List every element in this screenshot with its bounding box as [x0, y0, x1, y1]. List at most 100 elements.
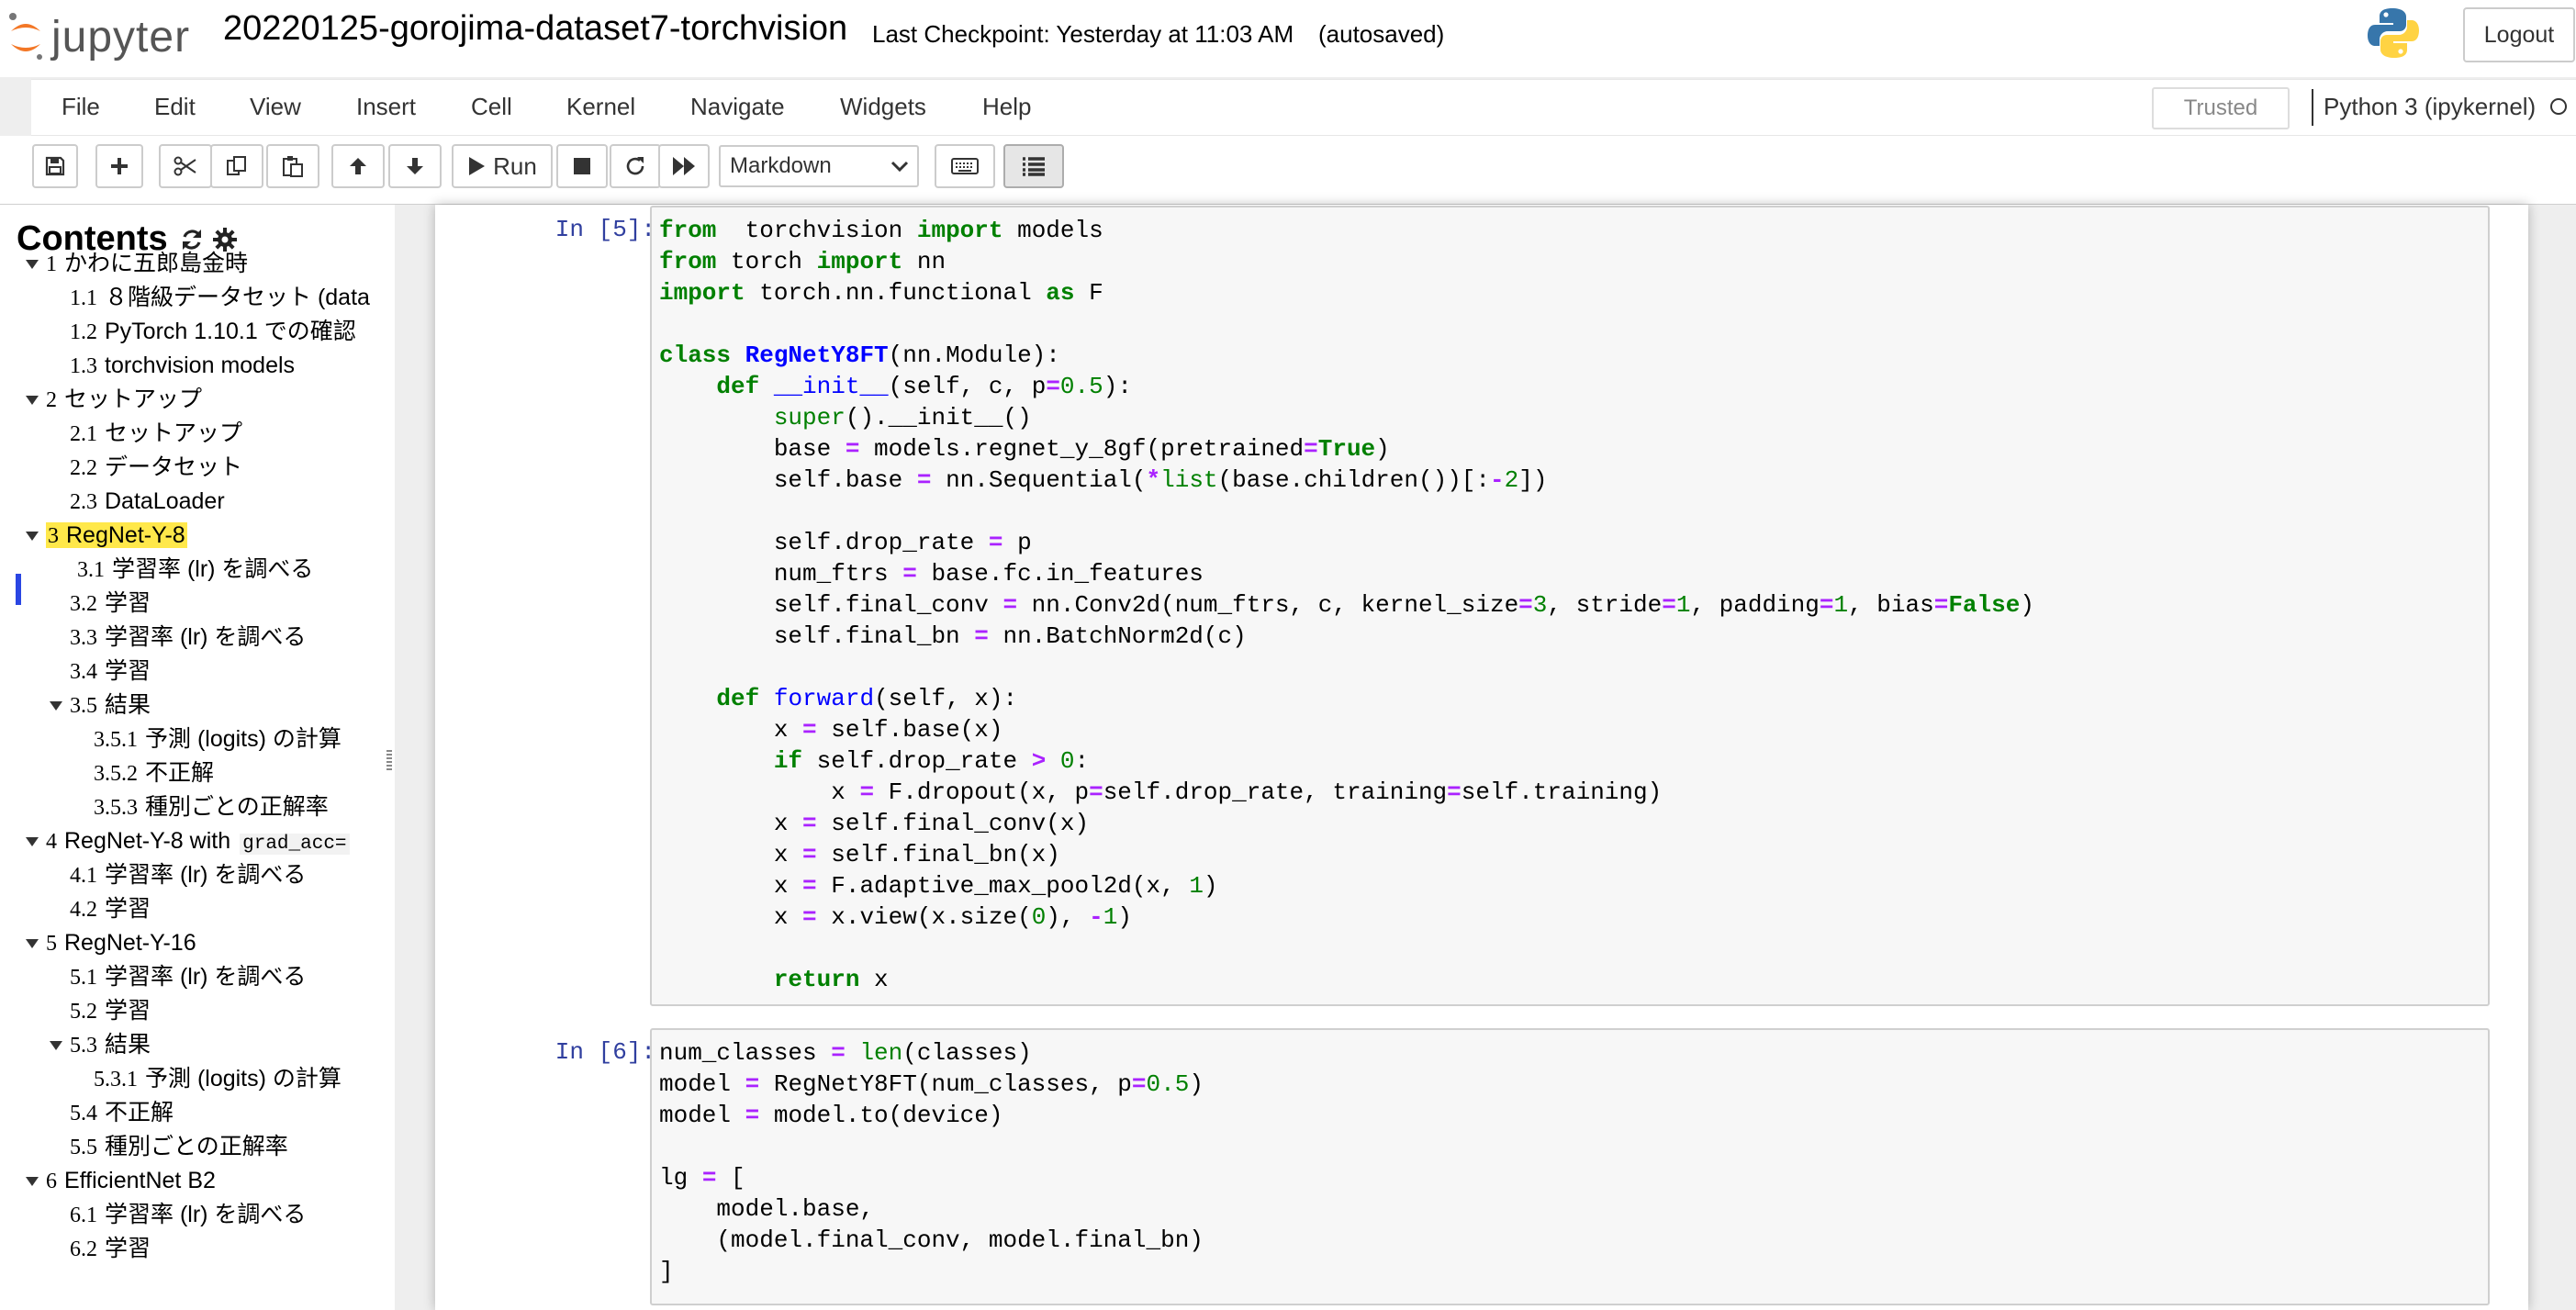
toc-item-label: RegNet-Y-8: [66, 522, 185, 548]
notebook-title[interactable]: 20220125-gorojima-dataset7-torchvision: [223, 9, 847, 49]
paste-button[interactable]: [266, 144, 319, 188]
code-editor[interactable]: num_classes = len(classes) model = RegNet…: [652, 1030, 2488, 1294]
toc-item[interactable]: 6 EfficientNet B2: [46, 1165, 216, 1196]
toc-item-number: 3.5.3: [94, 796, 138, 820]
code-input[interactable]: num_classes = len(classes) model = RegNet…: [650, 1028, 2490, 1305]
toc-item[interactable]: 5 RegNet-Y-16: [46, 927, 196, 958]
run-button[interactable]: Run: [452, 144, 553, 188]
toc-item[interactable]: 3.3 学習率 (lr) を調べる: [70, 621, 306, 653]
toc-item[interactable]: 3.4 学習: [70, 655, 151, 687]
collapse-caret-icon[interactable]: [50, 701, 62, 711]
toc-item-label: 学習: [105, 658, 151, 684]
toc-item[interactable]: 3 RegNet-Y-8: [46, 520, 187, 551]
toc-item[interactable]: 3.5 結果: [70, 689, 151, 721]
logout-button[interactable]: Logout: [2463, 7, 2575, 62]
menu-cell[interactable]: Cell: [471, 93, 512, 121]
toc-item-label: セットアップ: [105, 420, 243, 446]
toc-item[interactable]: 2.3 DataLoader: [70, 486, 225, 517]
toc-item[interactable]: 2 セットアップ: [46, 384, 202, 415]
toc-sidebar: Contents 1 かわに五郎島金時 1.1 ８階級データセット (data 1.2 P…: [0, 205, 395, 1310]
restart-button[interactable]: [610, 144, 661, 188]
toc-item[interactable]: 3.5.2 不正解: [94, 757, 214, 789]
toc-item[interactable]: 1.2 PyTorch 1.10.1 での確認: [70, 316, 356, 347]
code-line: base = models.regnet_y_8gf(pretrained=Tr…: [659, 435, 1390, 463]
toc-item-number: 5.3: [70, 1034, 97, 1058]
toc-item-label: torchvision models: [105, 353, 296, 378]
code-line: num_classes = len(classes): [659, 1039, 1032, 1067]
menu-widgets[interactable]: Widgets: [840, 93, 926, 121]
toc-item-text: 5.5 種別ごとの正解率: [70, 1134, 288, 1159]
toc-item[interactable]: 1 かわに五郎島金時: [46, 248, 248, 279]
insert-cell-button[interactable]: [95, 144, 143, 188]
toc-item[interactable]: 3.2 学習: [70, 588, 151, 619]
toc-item[interactable]: 5.4 不正解: [70, 1097, 174, 1128]
move-up-button[interactable]: [331, 144, 385, 188]
menu-edit[interactable]: Edit: [154, 93, 196, 121]
menu-file[interactable]: File: [62, 93, 100, 121]
toc-item-number: 3.3: [70, 626, 97, 650]
toc-item[interactable]: 6.1 学習率 (lr) を調べる: [70, 1199, 306, 1230]
toc-item[interactable]: 5.1 学習率 (lr) を調べる: [70, 961, 306, 992]
toc-toggle-button[interactable]: [1003, 144, 1064, 188]
toc-item[interactable]: 3.5.1 予測 (logits) の計算: [94, 723, 342, 755]
toc-item[interactable]: 5.3.1 予測 (logits) の計算: [94, 1063, 342, 1094]
code-input[interactable]: from torchvision import models from torch…: [650, 206, 2490, 1006]
collapse-caret-icon[interactable]: [26, 939, 39, 948]
toc-item-label: 予測 (logits) の計算: [145, 726, 342, 752]
toc-item[interactable]: 2.2 データセット: [70, 452, 242, 483]
collapse-caret-icon[interactable]: [26, 1177, 39, 1186]
cut-button[interactable]: [159, 144, 212, 188]
toc-item-number: 2: [46, 388, 57, 412]
toc-item-label: 学習率 (lr) を調べる: [112, 556, 314, 582]
menu-kernel[interactable]: Kernel: [566, 93, 635, 121]
collapse-caret-icon[interactable]: [26, 532, 39, 541]
toc-item[interactable]: 5.2 学習: [70, 995, 151, 1026]
menu-insert[interactable]: Insert: [356, 93, 416, 121]
collapse-caret-icon[interactable]: [50, 1041, 62, 1050]
collapse-caret-icon[interactable]: [26, 396, 39, 405]
toc-item-number: 1.1: [70, 286, 97, 310]
jupyter-logo[interactable]: jupyter: [6, 9, 190, 64]
toc-item[interactable]: 3.5.3 種別ごとの正解率: [94, 791, 329, 823]
save-button[interactable]: [32, 144, 78, 188]
toc-item-label: 不正解: [105, 1100, 174, 1125]
code-line: self.drop_rate = p: [659, 529, 1032, 556]
toc-item-code: grad_acc=: [240, 834, 350, 855]
restart-run-all-button[interactable]: [658, 144, 710, 188]
toc-item[interactable]: 5.5 種別ごとの正解率: [70, 1131, 288, 1162]
menu-navigate[interactable]: Navigate: [690, 93, 785, 121]
code-line: def forward(self, x):: [716, 685, 1018, 712]
toc-item[interactable]: 1.3 torchvision models: [70, 350, 295, 381]
code-editor[interactable]: from torchvision import models from torch…: [652, 207, 2488, 1002]
trusted-indicator[interactable]: Trusted: [2152, 87, 2290, 129]
interrupt-button[interactable]: [556, 144, 608, 188]
toc-item-text: 2.2 データセット: [70, 454, 242, 480]
collapse-caret-icon[interactable]: [26, 837, 39, 846]
code-line: x = F.adaptive_max_pool2d(x, 1): [659, 872, 1218, 900]
menu-help[interactable]: Help: [982, 93, 1031, 121]
toc-item-number: 4.2: [70, 898, 97, 922]
collapse-caret-icon[interactable]: [26, 260, 39, 269]
toc-item[interactable]: 1.1 ８階級データセット (data: [70, 282, 370, 313]
toc-item[interactable]: 5.3 結果: [70, 1029, 151, 1060]
toc-item[interactable]: 4.2 学習: [70, 893, 151, 924]
toc-item[interactable]: 4 RegNet-Y-8 with grad_acc=: [46, 825, 350, 857]
toc-item[interactable]: 2.1 セットアップ: [70, 418, 242, 449]
copy-button[interactable]: [210, 144, 263, 188]
toc-item-text: 3.5.2 不正解: [94, 760, 214, 786]
move-down-button[interactable]: [388, 144, 442, 188]
menu-view[interactable]: View: [250, 93, 301, 121]
toc-item-text: 1.2 PyTorch 1.10.1 での確認: [70, 319, 356, 344]
toc-item[interactable]: 6.2 学習: [70, 1233, 151, 1264]
toc-item-text: 1.3 torchvision models: [70, 353, 295, 378]
cell-type-select[interactable]: Markdown: [719, 145, 919, 187]
command-palette-button[interactable]: [935, 144, 995, 188]
toc-item[interactable]: 4.1 学習率 (lr) を調べる: [70, 859, 306, 890]
toc-resize-handle[interactable]: [386, 750, 392, 770]
toc-item[interactable]: 3.1 学習率 (lr) を調べる: [77, 554, 313, 585]
toc-item-text: 3.2 学習: [70, 590, 151, 616]
kernel-name[interactable]: Python 3 (ipykernel): [2324, 93, 2536, 121]
